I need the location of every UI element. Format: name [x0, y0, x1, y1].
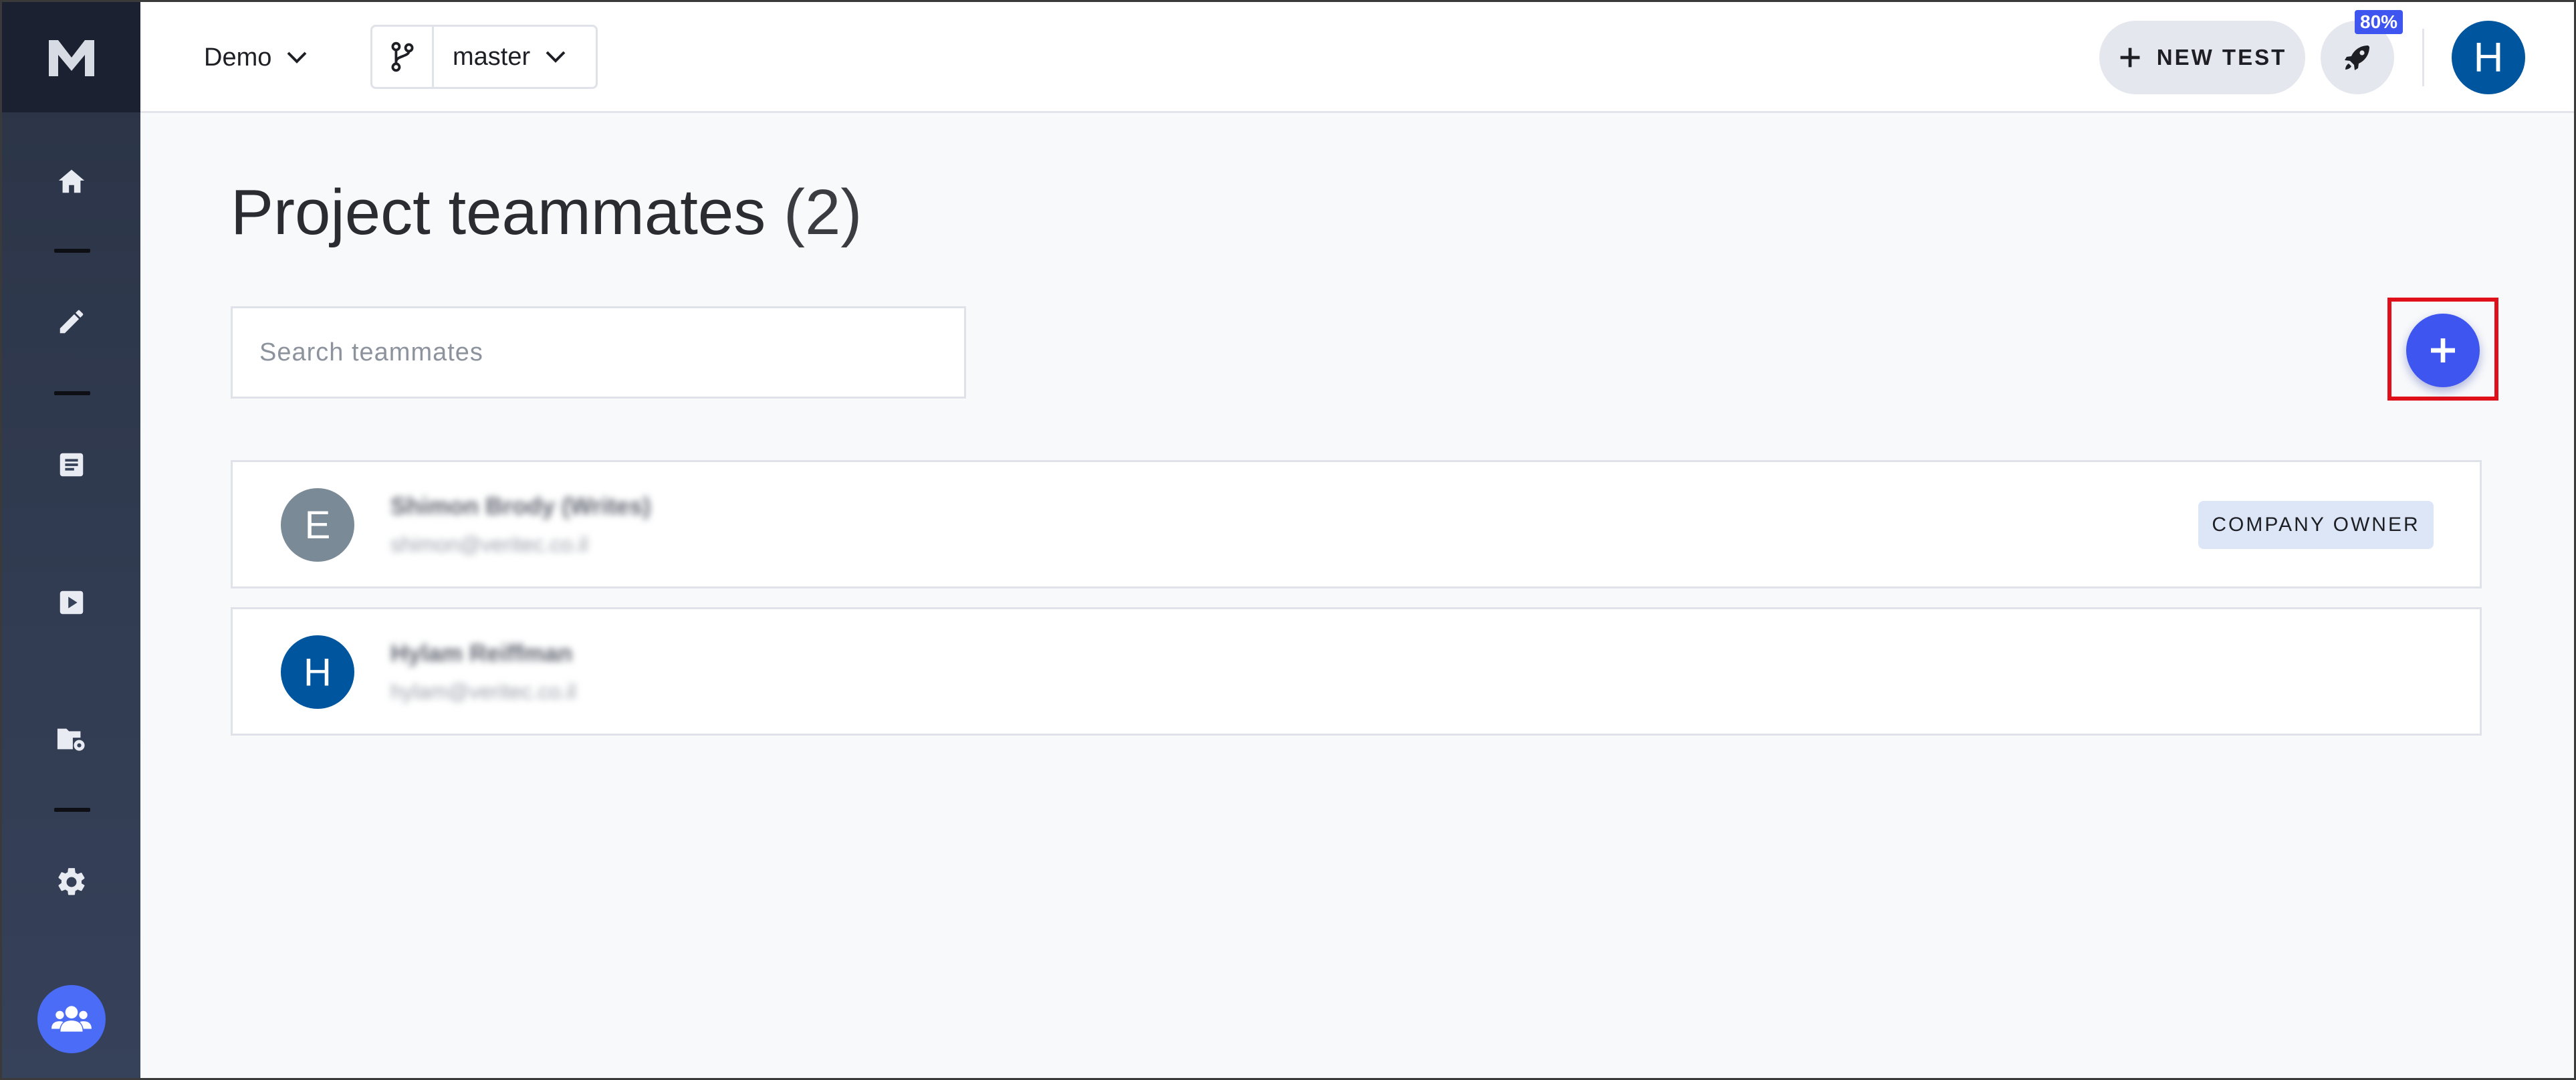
sidebar-item-runs[interactable] — [2, 576, 140, 629]
sidebar-item-editor[interactable] — [2, 295, 140, 348]
sidebar-item-settings[interactable] — [2, 855, 140, 909]
rocket-icon — [2345, 45, 2369, 70]
teammate-row[interactable]: H Hylam Reiffman hylam@veritec.co.il — [231, 607, 2482, 736]
project-dropdown-label: Demo — [204, 43, 272, 72]
folder-gear-icon — [57, 728, 85, 751]
sidebar-divider — [54, 249, 90, 253]
teammate-count: (2) — [783, 177, 862, 248]
team-people-icon — [51, 1006, 92, 1032]
home-icon — [58, 169, 84, 193]
play-icon — [60, 590, 83, 615]
teammate-avatar: E — [281, 488, 354, 562]
new-test-button[interactable]: NEW TEST — [2099, 21, 2305, 94]
teammate-email: hylam@veritec.co.il — [390, 679, 576, 704]
teammate-name: Hylam Reiffman — [390, 639, 573, 667]
list-document-icon — [60, 453, 83, 477]
sidebar-divider — [54, 808, 90, 812]
branch-label-wrap: master — [434, 43, 566, 72]
team-button[interactable] — [37, 985, 106, 1053]
sidebar — [2, 2, 140, 1078]
pencil-icon — [60, 310, 83, 334]
chevron-down-icon — [287, 51, 307, 64]
sidebar-item-project-settings[interactable] — [2, 712, 140, 766]
sidebar-divider — [54, 391, 90, 395]
teammate-avatar: H — [281, 635, 354, 709]
page-title: Project teammates (2) — [231, 176, 862, 249]
plus-icon — [2431, 338, 2455, 362]
teammate-row[interactable]: E Shimon Brody (Writes) shimon@veritec.c… — [231, 460, 2482, 588]
teammate-email: shimon@veritec.co.il — [390, 532, 588, 556]
teammate-name: Shimon Brody (Writes) — [390, 492, 651, 520]
role-badge: COMPANY OWNER — [2198, 501, 2434, 549]
branch-label: master — [453, 42, 531, 71]
app-window: Demo master NEW TEST 80% H Project teamm… — [0, 0, 2576, 1080]
plus-icon — [2120, 47, 2140, 68]
git-branch-icon — [391, 41, 413, 72]
topbar-separator — [2422, 29, 2424, 86]
user-avatar[interactable]: H — [2452, 21, 2525, 94]
add-teammate-button[interactable] — [2406, 314, 2480, 387]
progress-badge: 80% — [2355, 10, 2404, 34]
branch-dropdown[interactable]: master — [370, 25, 598, 89]
gear-icon — [57, 868, 84, 895]
app-logo[interactable] — [2, 2, 140, 112]
new-test-label: NEW TEST — [2156, 45, 2287, 70]
page-title-text: Project teammates — [231, 177, 766, 248]
project-dropdown[interactable]: Demo — [204, 34, 308, 81]
search-teammates-input[interactable] — [231, 306, 966, 399]
sidebar-item-home[interactable] — [2, 154, 140, 208]
chevron-down-icon — [546, 51, 566, 63]
top-bar: Demo master NEW TEST 80% H — [140, 2, 2574, 113]
branch-icon-cell — [372, 27, 434, 87]
logo-m-icon — [48, 39, 94, 76]
sidebar-item-tests[interactable] — [2, 438, 140, 492]
